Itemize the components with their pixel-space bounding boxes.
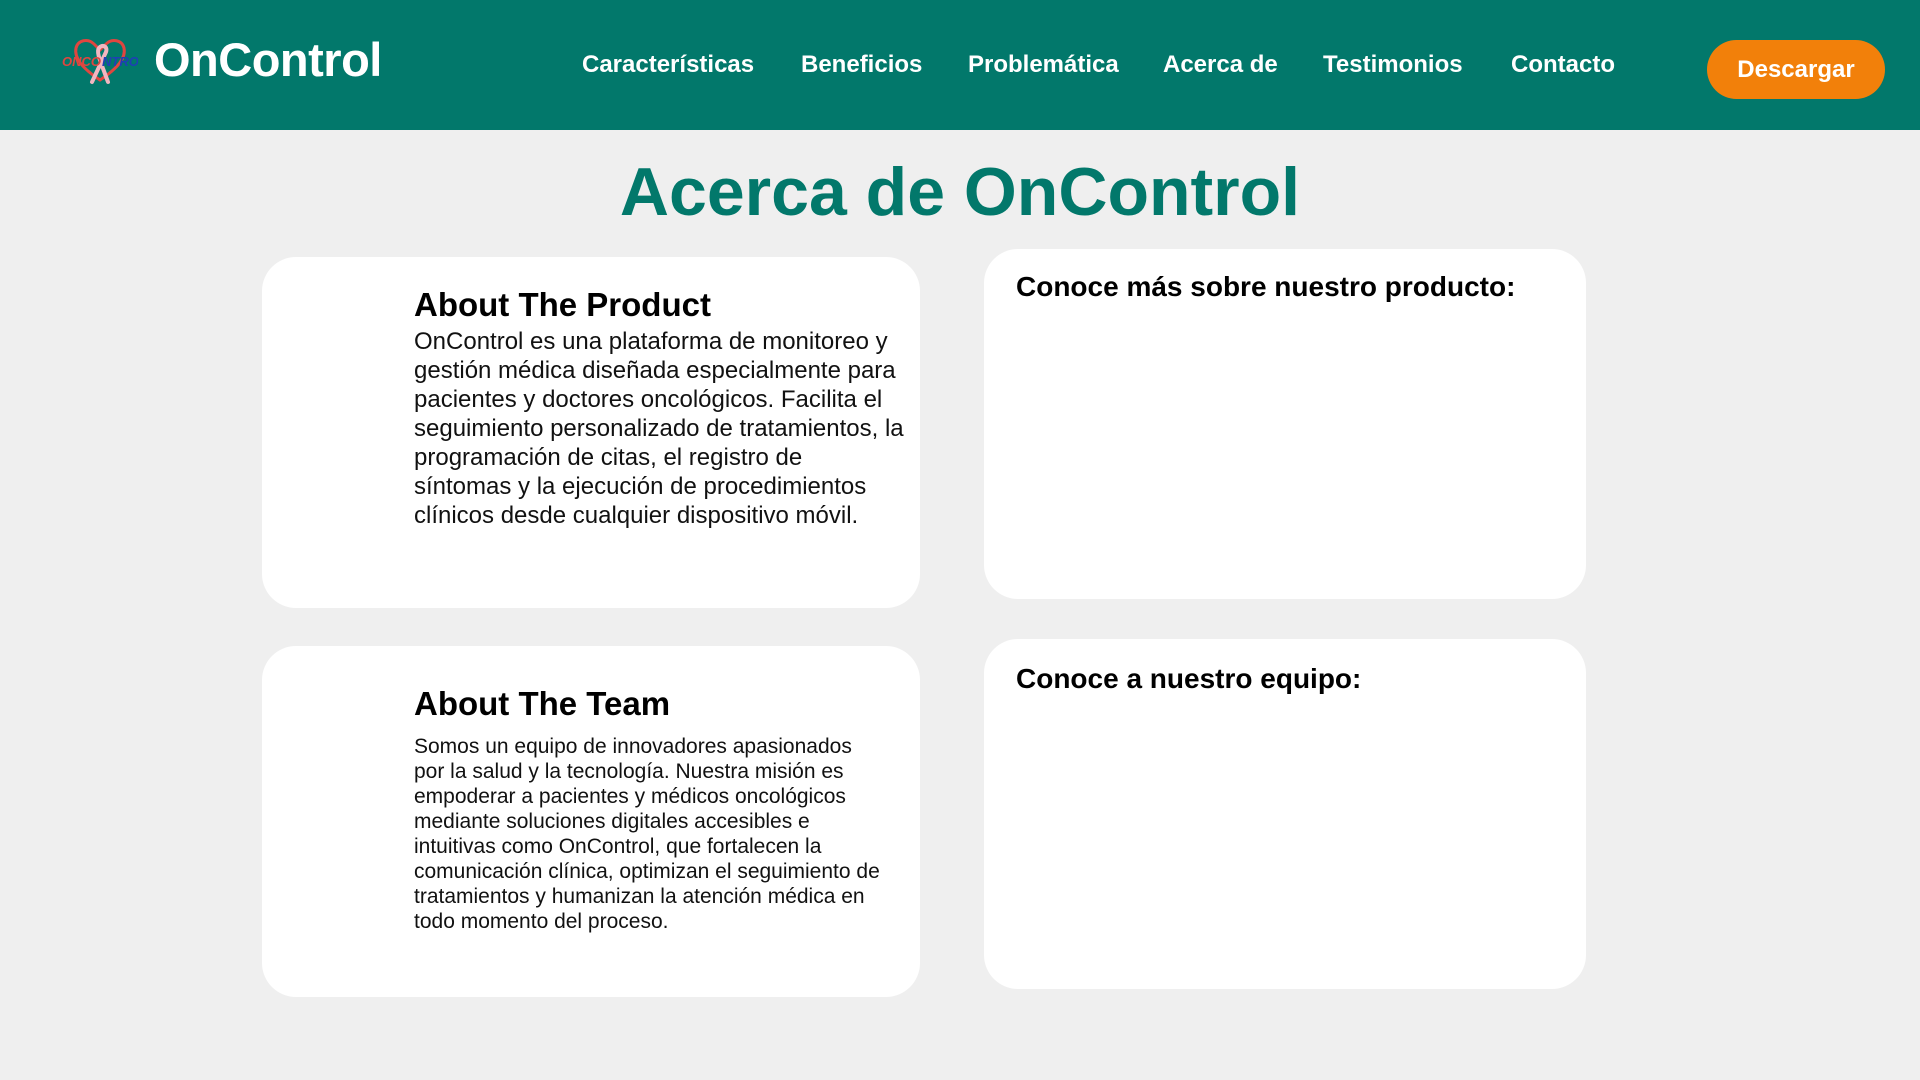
about-product-heading: About The Product — [414, 286, 711, 323]
nav-link-acerca-de[interactable]: Acerca de — [1163, 48, 1278, 82]
team-video-card: Conoce a nuestro equipo: — [984, 639, 1586, 989]
product-video-heading: Conoce más sobre nuestro producto: — [1016, 271, 1516, 302]
about-product-card: About The Product OnControl es una plata… — [262, 257, 920, 608]
nav-link-caracteristicas[interactable]: Características — [582, 48, 754, 82]
about-product-text: OnControl es una plataforma de monitoreo… — [414, 328, 904, 529]
about-team-heading: About The Team — [414, 685, 671, 722]
product-video-card: Conoce más sobre nuestro producto: — [984, 249, 1586, 599]
download-button[interactable]: Descargar — [1707, 40, 1885, 99]
nav-link-beneficios[interactable]: Beneficios — [801, 48, 922, 82]
brand-name[interactable]: OnControl — [154, 30, 382, 90]
team-video-heading: Conoce a nuestro equipo: — [1016, 663, 1362, 694]
logo-text-right: NTROL — [102, 54, 138, 69]
page-title: Acerca de OnControl — [619, 154, 1301, 230]
navbar: ONCO NTROL OnControl Características Ben… — [0, 0, 1920, 130]
nav-link-contacto[interactable]: Contacto — [1511, 48, 1615, 82]
ribbon-heart-logo-icon[interactable]: ONCO NTROL — [62, 34, 138, 86]
about-team-text: Somos un equipo de innovadores apasionad… — [414, 735, 880, 933]
team-video-embed[interactable] — [1016, 715, 1556, 965]
about-team-card: About The Team Somos un equipo de innova… — [262, 646, 920, 997]
nav-link-problematica[interactable]: Problemática — [968, 48, 1119, 82]
nav-link-testimonios[interactable]: Testimonios — [1323, 48, 1463, 82]
product-video-embed[interactable] — [1016, 325, 1556, 575]
logo-text-left: ONCO — [62, 54, 101, 69]
